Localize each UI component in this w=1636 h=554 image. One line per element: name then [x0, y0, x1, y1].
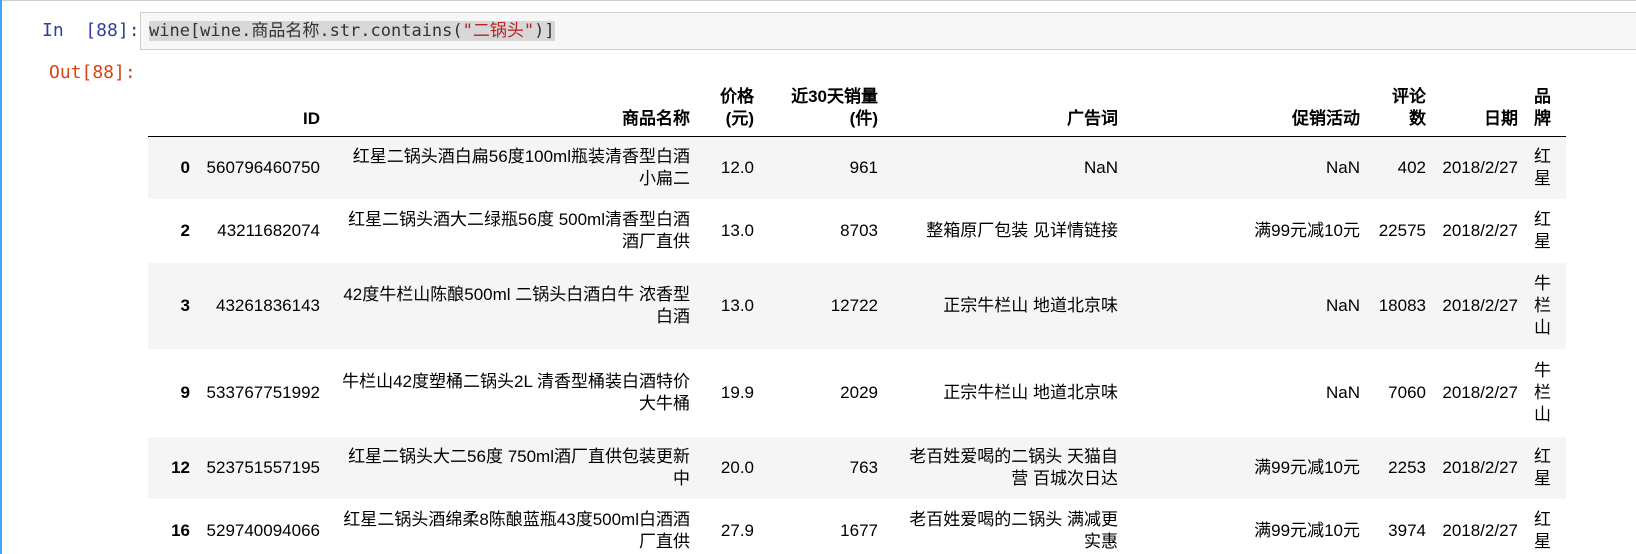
cell-id: 523751557195	[206, 457, 320, 477]
cell-brand: 红星	[1534, 146, 1551, 188]
cell-reviews: 7060	[1388, 382, 1426, 402]
column-header	[148, 84, 198, 137]
cell-date: 2018/2/27	[1442, 520, 1518, 540]
cell-sales: 763	[849, 457, 878, 477]
column-header: ID	[198, 84, 328, 137]
table-row: 9 533767751992 牛栏山42度塑桶二锅头2L 清香型桶装白酒特价 大牛桶 1…	[148, 348, 1566, 437]
cell-price: 13.0	[720, 295, 754, 315]
cell-date: 2018/2/27	[1442, 457, 1518, 477]
cell-promo: 满99元减10元	[1254, 220, 1360, 240]
column-header: 日期	[1434, 84, 1526, 137]
column-header: 价格 (元)	[698, 84, 762, 137]
cell-price: 13.0	[720, 220, 754, 240]
column-header: 品牌	[1526, 84, 1566, 137]
selected-cell-indicator	[0, 0, 2, 554]
output-prompt: Out[88]:	[49, 62, 136, 83]
cell-top-border	[0, 0, 1636, 1]
cell-date: 2018/2/27	[1442, 382, 1518, 402]
cell-brand: 红星	[1534, 446, 1551, 488]
table-row: 2 43211682074 红星二锅头酒大二绿瓶56度 500ml清香型白酒 酒厂直供…	[148, 198, 1566, 263]
table-row: 0 560796460750 红星二锅头酒白扁56度100ml瓶装清香型白酒 小扁二 1…	[148, 136, 1566, 199]
cell-name: 42度牛栏山陈酿500ml 二锅头白酒白牛 浓香型 白酒	[343, 284, 690, 326]
cell-promo: NaN	[1325, 157, 1360, 177]
cell-ad: 正宗牛栏山 地道北京味	[943, 382, 1118, 402]
column-header: 评论数	[1368, 84, 1434, 137]
cell-id: 529740094066	[206, 520, 320, 540]
table-row: 3 43261836143 42度牛栏山陈酿500ml 二锅头白酒白牛 浓香型 白酒 1…	[148, 262, 1566, 349]
cell-name: 红星二锅头大二56度 750ml酒厂直供包装更新中	[348, 446, 690, 488]
code-string-literal: "二锅头"	[462, 21, 535, 41]
cell-ad: NaN	[1083, 157, 1118, 177]
cell-sales: 2029	[840, 382, 878, 402]
cell-name: 红星二锅头酒白扁56度100ml瓶装清香型白酒 小扁二	[352, 146, 690, 188]
cell-name: 牛栏山42度塑桶二锅头2L 清香型桶装白酒特价 大牛桶	[342, 371, 690, 413]
table-header-row: ID 商品名称 价格 (元) 近30天销量 (件) 广告词 促销活动 评论数日期品牌	[148, 84, 1566, 137]
cell-price: 27.9	[720, 520, 754, 540]
code-line[interactable]: wine[wine.商品名称.str.contains("二锅头")]	[149, 20, 555, 42]
column-header: 广告词	[886, 84, 1126, 137]
cell-name: 红星二锅头酒绵柔8陈酿蓝瓶43度500ml白酒酒 厂直供	[343, 509, 690, 551]
input-prompt: In [88]:	[42, 20, 140, 41]
cell-promo: 满99元减10元	[1254, 457, 1360, 477]
cell-id: 560796460750	[206, 157, 320, 177]
code-text-part2: )]	[534, 21, 555, 41]
cell-reviews: 402	[1397, 157, 1426, 177]
cell-price: 12.0	[720, 157, 754, 177]
cell-ad: 正宗牛栏山 地道北京味	[943, 295, 1118, 315]
table-row: 16 529740094066 红星二锅头酒绵柔8陈酿蓝瓶43度500ml白酒酒 厂直…	[148, 498, 1566, 554]
column-header: 促销活动	[1126, 84, 1368, 137]
code-selection: wine[wine.商品名称.str.contains("二锅头")]	[149, 21, 555, 41]
cell-promo: NaN	[1325, 295, 1360, 315]
cell-ad: 老百姓爱喝的二锅头 天猫自营 百城次日达	[909, 446, 1118, 488]
cell-price: 19.9	[720, 382, 754, 402]
cell-brand: 红星	[1534, 209, 1551, 251]
cell-brand: 牛栏山	[1534, 360, 1551, 424]
cell-brand: 牛栏山	[1534, 273, 1551, 337]
row-index: 2	[180, 220, 190, 240]
cell-brand: 红星	[1534, 509, 1551, 551]
output-area: ID 商品名称 价格 (元) 近30天销量 (件) 广告词 促销活动 评论数日期品牌 0 5607…	[148, 84, 1566, 554]
row-index: 9	[180, 382, 190, 402]
cell-ad: 整箱原厂包装 见详情链接	[926, 220, 1118, 240]
cell-ad: 老百姓爱喝的二锅头 满减更 实惠	[909, 509, 1118, 551]
cell-price: 20.0	[720, 457, 754, 477]
cell-reviews: 3974	[1388, 520, 1426, 540]
cell-sales: 961	[849, 157, 878, 177]
column-header: 商品名称	[328, 84, 698, 137]
cell-date: 2018/2/27	[1442, 295, 1518, 315]
cell-reviews: 18083	[1378, 295, 1426, 315]
table-row: 12 523751557195 红星二锅头大二56度 750ml酒厂直供包装更新中 2…	[148, 436, 1566, 499]
row-index: 3	[180, 295, 190, 315]
row-index: 12	[171, 457, 190, 477]
table-body: 0 560796460750 红星二锅头酒白扁56度100ml瓶装清香型白酒 小扁二 1…	[148, 136, 1566, 554]
cell-date: 2018/2/27	[1442, 157, 1518, 177]
cell-reviews: 22575	[1378, 220, 1426, 240]
cell-promo: 满99元减10元	[1254, 520, 1360, 540]
cell-sales: 1677	[840, 520, 878, 540]
code-text-part1: wine[wine.商品名称.str.contains(	[149, 21, 463, 41]
row-index: 0	[180, 157, 190, 177]
code-editor[interactable]: wine[wine.商品名称.str.contains("二锅头")]	[140, 12, 1636, 50]
cell-sales: 12722	[830, 295, 878, 315]
notebook-area: In [88]: wine[wine.商品名称.str.contains("二锅…	[0, 0, 1636, 554]
cell-sales: 8703	[840, 220, 878, 240]
cell-id: 533767751992	[206, 382, 320, 402]
cell-date: 2018/2/27	[1442, 220, 1518, 240]
cell-name: 红星二锅头酒大二绿瓶56度 500ml清香型白酒 酒厂直供	[348, 209, 690, 251]
cell-promo: NaN	[1325, 382, 1360, 402]
cell-reviews: 2253	[1388, 457, 1426, 477]
cell-id: 43211682074	[217, 220, 320, 240]
row-index: 16	[171, 520, 190, 540]
cell-id: 43261836143	[215, 295, 320, 315]
dataframe-table: ID 商品名称 价格 (元) 近30天销量 (件) 广告词 促销活动 评论数日期品牌 0 5607…	[148, 84, 1566, 554]
column-header: 近30天销量 (件)	[762, 84, 886, 137]
